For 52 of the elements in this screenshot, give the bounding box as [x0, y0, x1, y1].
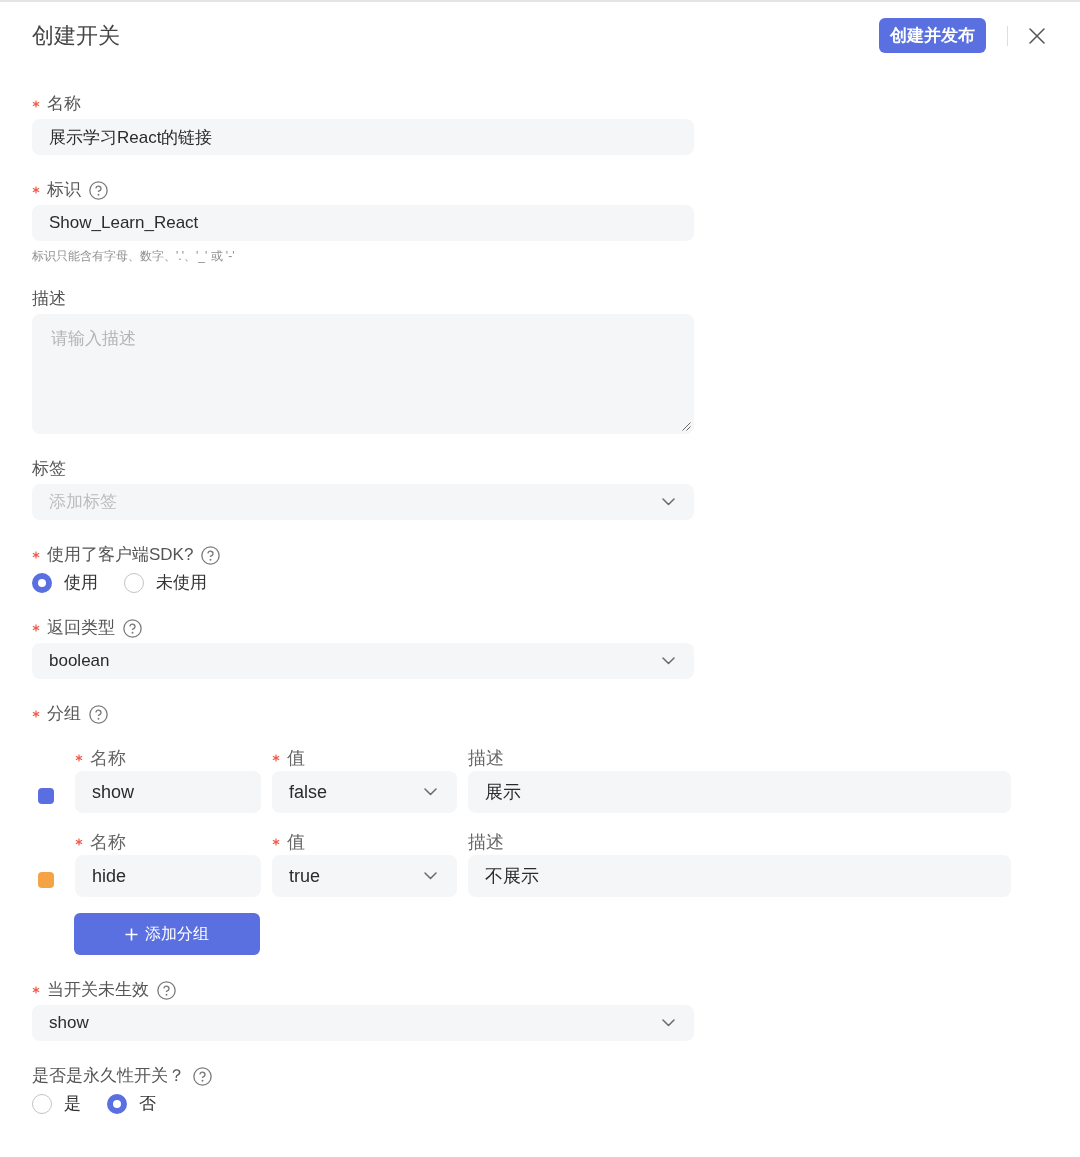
dialog-title: 创建开关: [32, 22, 120, 50]
help-icon[interactable]: [89, 180, 108, 200]
radio-label: 使用: [64, 572, 98, 595]
field-label: 名称: [90, 831, 126, 853]
chevron-down-icon: [424, 872, 437, 880]
help-icon[interactable]: [123, 618, 142, 638]
group-value-select[interactable]: true: [272, 855, 457, 897]
chevron-down-icon: [424, 788, 437, 796]
radio-button[interactable]: [107, 1094, 127, 1114]
group-description-field[interactable]: 展示: [468, 771, 1011, 813]
publish-button[interactable]: 创建并发布: [879, 18, 986, 53]
field-label: 返回类型: [47, 617, 115, 639]
help-icon[interactable]: [201, 545, 221, 565]
radio-label: 否: [139, 1093, 156, 1116]
field-label: 标签: [32, 458, 66, 480]
dropdown-select[interactable]: boolean: [32, 643, 694, 679]
field-label: 当开关未生效: [47, 979, 149, 1001]
radio-label: 未使用: [156, 572, 207, 595]
field-label: 描述: [32, 288, 66, 310]
field-label: 标识: [47, 179, 81, 201]
text-input-field[interactable]: 展示学习React的链接: [32, 119, 694, 155]
field-label: 是否是永久性开关？: [32, 1065, 185, 1087]
group-description-field[interactable]: 不展示: [468, 855, 1011, 897]
radio-button[interactable]: [32, 573, 52, 593]
description-textarea[interactable]: 请输入描述: [32, 314, 694, 434]
resize-handle-icon[interactable]: [682, 422, 691, 431]
help-icon[interactable]: [157, 980, 176, 1000]
dropdown-select[interactable]: show: [32, 1005, 694, 1041]
group-name-field[interactable]: show: [75, 771, 261, 813]
help-icon[interactable]: [89, 704, 108, 724]
field-label: 值: [287, 831, 305, 853]
add-group-button[interactable]: 添加分组: [74, 913, 260, 955]
field-label: 描述: [468, 831, 504, 853]
help-icon[interactable]: [193, 1066, 212, 1086]
text-input-field[interactable]: Show_Learn_React: [32, 205, 694, 241]
group-value-select[interactable]: false: [272, 771, 457, 813]
hint-text: 标识只能含有字母、数字、'.'、'_' 或 '-': [32, 248, 235, 264]
plus-icon: [125, 927, 138, 941]
chevron-down-icon: [662, 498, 675, 506]
chevron-down-icon: [662, 1019, 675, 1027]
radio-button[interactable]: [124, 573, 144, 593]
chevron-down-icon: [662, 657, 675, 665]
group-name-field[interactable]: hide: [75, 855, 261, 897]
radio-label: 是: [64, 1093, 81, 1116]
radio-button[interactable]: [32, 1094, 52, 1114]
field-label: 名称: [47, 93, 81, 115]
field-label: 值: [287, 747, 305, 769]
field-label: 名称: [90, 747, 126, 769]
field-label: 使用了客户端SDK?: [47, 544, 194, 566]
close-icon[interactable]: [1029, 27, 1045, 44]
field-label: 分组: [47, 703, 81, 725]
field-label: 描述: [468, 747, 504, 769]
